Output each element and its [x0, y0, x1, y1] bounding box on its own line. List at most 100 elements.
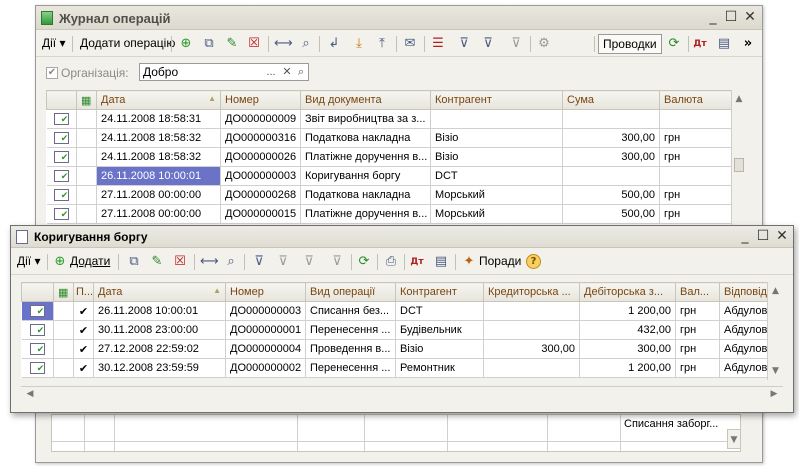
- doc-type-cell[interactable]: Податкова накладна: [300, 128, 431, 148]
- more-icon[interactable]: »: [740, 36, 756, 52]
- close-icon[interactable]: ✕: [741, 9, 759, 26]
- scroll-up-icon[interactable]: ▲: [768, 284, 783, 298]
- posted-check-cell[interactable]: ✔: [73, 358, 94, 378]
- row-icon-cell[interactable]: [21, 339, 54, 359]
- interval-icon[interactable]: ⟷: [274, 36, 293, 52]
- operation-type-cell[interactable]: Проведення в...: [305, 339, 396, 359]
- scroll-right-icon[interactable]: ▶: [767, 387, 781, 402]
- unpost-document-icon[interactable]: ⤒: [374, 36, 390, 52]
- journal-vertical-scrollbar[interactable]: ▲: [731, 90, 746, 228]
- doc-marker-cell[interactable]: [76, 147, 97, 167]
- delete-icon[interactable]: ☒: [172, 254, 188, 270]
- tips-button[interactable]: Поради: [475, 252, 525, 272]
- search-icon[interactable]: ⌕: [294, 64, 308, 80]
- table-row[interactable]: 27.11.2008 00:00:00ДО000000015Платіжне д…: [46, 204, 732, 224]
- row-icon-cell[interactable]: [46, 128, 77, 148]
- sum-cell[interactable]: 500,00: [562, 185, 660, 205]
- organization-field[interactable]: Добро ... ✕ ⌕: [139, 63, 309, 81]
- credit-cell[interactable]: [483, 320, 580, 340]
- column-header[interactable]: Контрагент: [395, 282, 484, 302]
- currency-cell[interactable]: [659, 109, 732, 129]
- row-icon-cell[interactable]: [46, 147, 77, 167]
- add-operation-button[interactable]: Додати операцію: [76, 34, 179, 54]
- date-cell[interactable]: 24.11.2008 18:58:31: [96, 109, 221, 129]
- debit-cell[interactable]: 300,00: [579, 339, 676, 359]
- table-row[interactable]: ✔26.11.2008 10:00:01ДО000000003Списання …: [21, 301, 768, 321]
- column-header[interactable]: Відповіда: [719, 282, 768, 302]
- filter-list-icon[interactable]: ⊽: [301, 254, 317, 270]
- responsible-cell[interactable]: Абдулов: [719, 301, 768, 321]
- doc-marker-cell[interactable]: [76, 166, 97, 186]
- scroll-left-icon[interactable]: ◀: [23, 387, 37, 402]
- date-cell[interactable]: 26.11.2008 10:00:01: [96, 166, 221, 186]
- row-icon-cell[interactable]: [21, 358, 54, 378]
- postings-button[interactable]: Проводки: [598, 34, 662, 54]
- posted-check-cell[interactable]: ✔: [73, 301, 94, 321]
- sum-cell[interactable]: 300,00: [562, 147, 660, 167]
- counterparty-cell[interactable]: DCT: [430, 166, 563, 186]
- debit-cell[interactable]: 1 200,00: [579, 301, 676, 321]
- debit-credit-icon[interactable]: Дт: [409, 254, 425, 270]
- table-row[interactable]: 26.11.2008 10:00:01ДО000000003Коригуванн…: [46, 166, 732, 186]
- posted-check-cell[interactable]: ✔: [73, 339, 94, 359]
- currency-cell[interactable]: грн: [659, 128, 732, 148]
- date-cell[interactable]: 24.11.2008 18:58:32: [96, 128, 221, 148]
- row-icon-cell[interactable]: [21, 320, 54, 340]
- currency-cell[interactable]: грн: [675, 358, 720, 378]
- minimize-icon[interactable]: _: [704, 9, 722, 26]
- doc-marker-cell[interactable]: [76, 185, 97, 205]
- column-header[interactable]: Дата ▲: [93, 282, 226, 302]
- column-header[interactable]: Вид документа: [300, 90, 431, 110]
- credit-cell[interactable]: [483, 358, 580, 378]
- actions-menu-button[interactable]: Дії ▾: [13, 252, 45, 272]
- filter-icon[interactable]: ⊽: [251, 254, 267, 270]
- icon-column-header[interactable]: [46, 90, 77, 110]
- counterparty-cell[interactable]: [430, 109, 563, 129]
- debit-credit-icon[interactable]: Дт: [692, 36, 708, 52]
- debit-cell[interactable]: 1 200,00: [579, 358, 676, 378]
- date-cell[interactable]: 27.12.2008 22:59:02: [93, 339, 226, 359]
- table-row[interactable]: ✔27.12.2008 22:59:02ДО000000004Проведенн…: [21, 339, 768, 359]
- find-icon[interactable]: ⌕: [223, 254, 239, 270]
- scroll-thumb[interactable]: [734, 158, 744, 172]
- row-icon-cell[interactable]: [46, 185, 77, 205]
- currency-cell[interactable]: грн: [659, 204, 732, 224]
- maximize-icon[interactable]: ☐: [754, 228, 772, 245]
- minimize-icon[interactable]: _: [736, 228, 754, 245]
- number-cell[interactable]: ДО000000002: [225, 358, 306, 378]
- table-row[interactable]: 27.11.2008 00:00:00ДО000000268Податкова …: [46, 185, 732, 205]
- report-icon[interactable]: ▤: [716, 36, 732, 52]
- row-icon-cell[interactable]: [46, 109, 77, 129]
- sum-cell[interactable]: 500,00: [562, 204, 660, 224]
- counterparty-cell[interactable]: Морський: [430, 204, 563, 224]
- counterparty-cell[interactable]: Візіо: [395, 339, 484, 359]
- actions-menu-button[interactable]: Дії ▾: [38, 34, 70, 54]
- row-icon-cell[interactable]: [46, 204, 77, 224]
- add-icon[interactable]: ⊕: [178, 36, 194, 52]
- column-header[interactable]: Валюта: [659, 90, 732, 110]
- operation-type-cell[interactable]: Перенесення ...: [305, 358, 396, 378]
- refresh-icon[interactable]: ⟳: [356, 254, 372, 270]
- number-cell[interactable]: ДО000000009: [220, 109, 301, 129]
- number-cell[interactable]: ДО000000003: [220, 166, 301, 186]
- credit-cell[interactable]: 300,00: [483, 339, 580, 359]
- counterparty-cell[interactable]: Морський: [430, 185, 563, 205]
- doc-type-cell[interactable]: Податкова накладна: [300, 185, 431, 205]
- date-cell[interactable]: 27.11.2008 00:00:00: [96, 185, 221, 205]
- responsible-cell[interactable]: Абдулов: [719, 358, 768, 378]
- adjustment-vertical-scrollbar[interactable]: ▲ ▼: [767, 282, 783, 380]
- currency-cell[interactable]: грн: [675, 339, 720, 359]
- post-document-icon[interactable]: ⤓: [351, 36, 367, 52]
- doc-type-cell[interactable]: Звіт виробництва за з...: [300, 109, 431, 129]
- responsible-cell[interactable]: Абдулов: [719, 320, 768, 340]
- clear-filter-icon[interactable]: ⊽: [329, 254, 345, 270]
- delete-icon[interactable]: ☒: [246, 36, 262, 52]
- date-cell[interactable]: 30.11.2008 23:00:00: [93, 320, 226, 340]
- copy-icon[interactable]: ⧉: [201, 36, 217, 52]
- sum-cell[interactable]: [562, 109, 660, 129]
- table-row[interactable]: ✔30.11.2008 23:00:00ДО000000001Перенесен…: [21, 320, 768, 340]
- edit-pencil-icon[interactable]: ✎: [149, 254, 165, 270]
- adjustment-horizontal-scrollbar[interactable]: ◀ ▶: [21, 386, 783, 402]
- close-icon[interactable]: ✕: [773, 228, 791, 245]
- number-cell[interactable]: ДО000000001: [225, 320, 306, 340]
